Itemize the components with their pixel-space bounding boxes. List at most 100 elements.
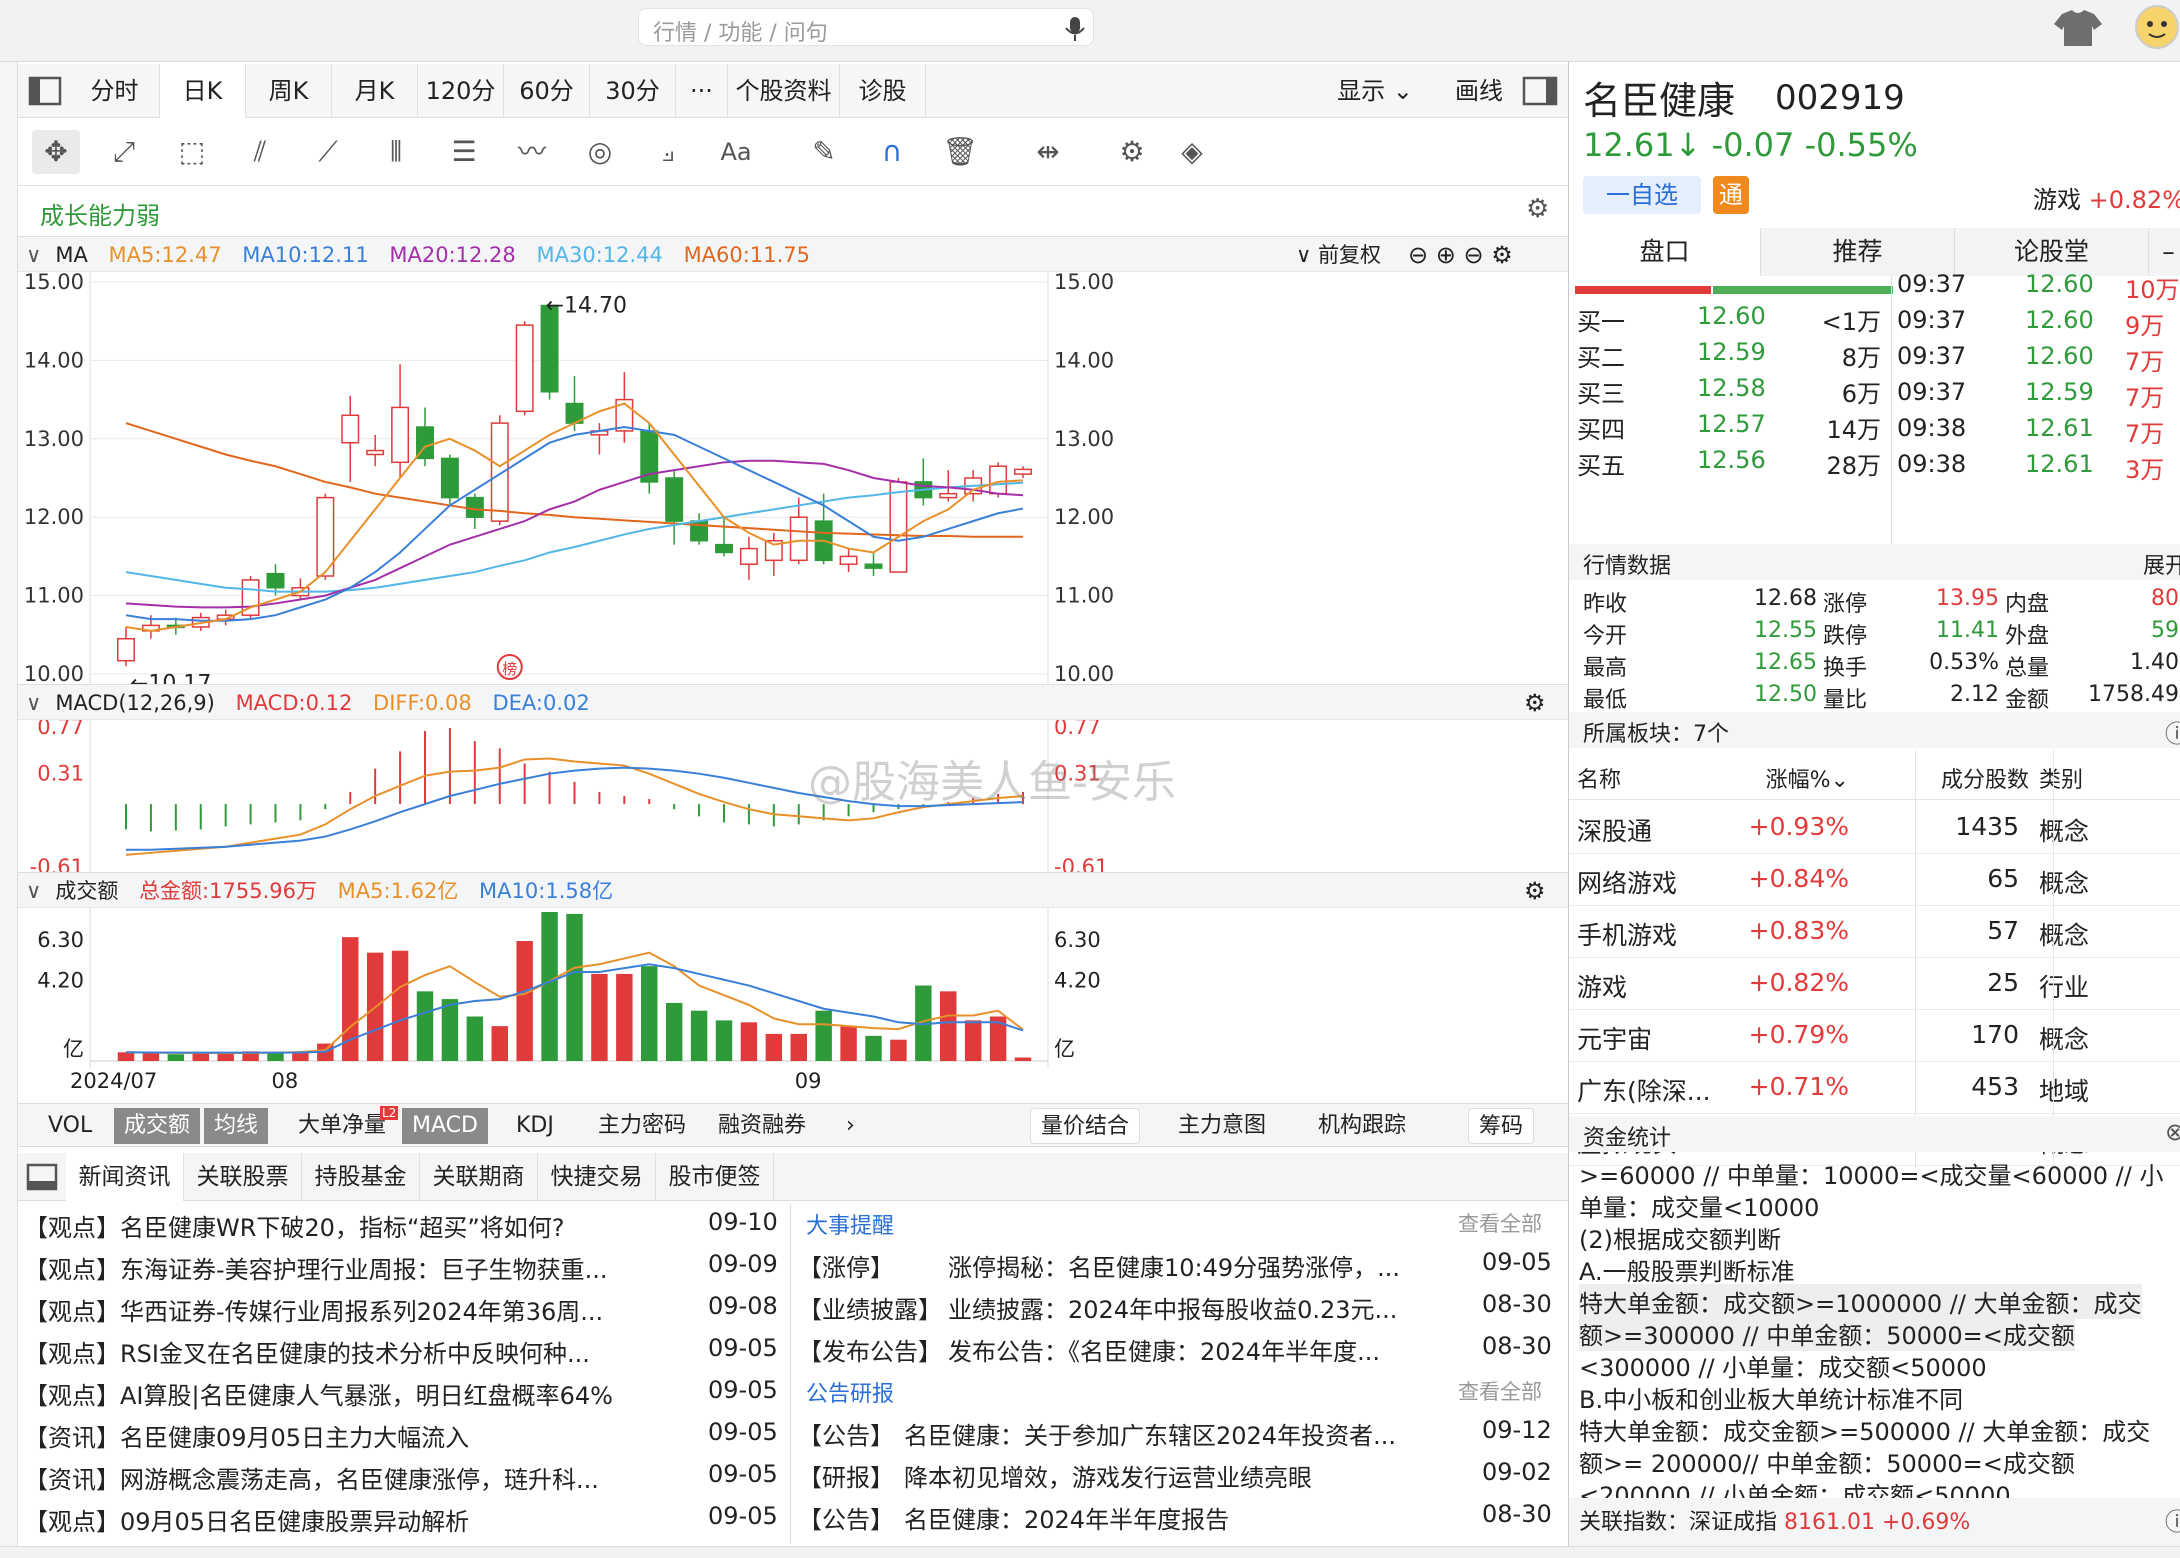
tab-period-3[interactable]: 月K xyxy=(332,64,418,118)
sector-row[interactable]: 元宇宙 +0.79% 170 概念 xyxy=(1569,1010,2180,1062)
sector-col-header[interactable]: 成分股数 xyxy=(1889,762,2029,794)
notice-item[interactable]: 【公告】 名臣健康：关于参加广东辖区2024年投资者... xyxy=(798,1416,1478,1451)
eraser-icon[interactable]: ✎ xyxy=(800,130,848,174)
gear-icon[interactable]: ⚙ xyxy=(1524,685,1546,721)
wave-tool-icon[interactable]: 〰 xyxy=(508,130,556,174)
tab-futures[interactable]: 关联期商 xyxy=(420,1153,538,1201)
tab-kdj[interactable]: KDJ xyxy=(506,1108,564,1144)
sector-row[interactable]: 手机游戏 +0.83% 57 概念 xyxy=(1569,906,2180,958)
news-item[interactable]: 【观点】AI算股|名臣健康人气暴涨，明日红盘概率64% xyxy=(24,1376,714,1411)
info-icon[interactable]: ⓘ xyxy=(2165,1502,2180,1537)
sector-row[interactable]: 深股通 +0.93% 1435 概念 xyxy=(1569,802,2180,854)
add-watchlist-button[interactable]: 一自选 xyxy=(1583,176,1701,214)
notices-more-link[interactable]: 查看全部 xyxy=(1458,1376,1542,1406)
tab-period-6[interactable]: 30分 xyxy=(590,64,676,118)
fibonacci-icon[interactable]: ☰ xyxy=(440,130,488,174)
news-item[interactable]: 【观点】东海证券-美容护理行业周报：巨子生物获重... xyxy=(24,1250,714,1285)
sector-col-header[interactable]: 名称 xyxy=(1577,762,1777,794)
news-item[interactable]: 【观点】RSI金叉在名臣健康的技术分析中反映何种... xyxy=(24,1334,714,1369)
sector-row[interactable]: 网络游戏 +0.84% 65 概念 xyxy=(1569,854,2180,906)
close-icon[interactable]: ⊗ xyxy=(2165,1118,2180,1146)
microphone-icon[interactable] xyxy=(1063,15,1087,43)
tab-forum[interactable]: 论股堂 xyxy=(1955,228,2149,276)
tab-period-8[interactable]: 个股资料 xyxy=(728,64,840,118)
line-segment-icon[interactable]: ⤢ xyxy=(100,130,148,174)
crosshair-move-icon[interactable]: ✥ xyxy=(32,130,80,174)
avatar[interactable] xyxy=(2134,4,2180,50)
sector-row[interactable]: 游戏 +0.82% 25 行业 xyxy=(1569,958,2180,1010)
settings-gear-icon[interactable]: ⚙ xyxy=(1108,130,1156,174)
tab-orderbook[interactable]: 盘口 xyxy=(1569,228,1761,276)
volume-chart[interactable]: 6.30 6.30 4.20 4.20 亿 亿 2024/07 08 09 xyxy=(18,908,1568,1103)
tab-main-code[interactable]: 主力密码 xyxy=(588,1108,696,1144)
news-item[interactable]: 【资讯】网游概念震荡走高，名臣健康涨停，琏升科... xyxy=(24,1460,714,1495)
tab-quick-trade[interactable]: 快捷交易 xyxy=(538,1153,656,1201)
sidebar-toggle-icon[interactable] xyxy=(28,76,62,106)
events-more-link[interactable]: 查看全部 xyxy=(1458,1208,1542,1238)
zoom-controls[interactable]: ⊖ ⊕ ⊖ ⚙ xyxy=(1408,237,1513,273)
gear-icon[interactable]: ⚙ xyxy=(1524,873,1546,909)
more-tab[interactable]: – xyxy=(2149,228,2180,276)
tab-period-5[interactable]: 60分 xyxy=(504,64,590,118)
news-item[interactable]: 【观点】华西证券-传媒行业周报系列2024年第36周... xyxy=(24,1292,714,1327)
display-dropdown[interactable]: 显示 ⌄ xyxy=(1316,64,1434,118)
event-item[interactable]: 【发布公告】 发布公告：《名臣健康：2024年半年度... xyxy=(798,1332,1478,1367)
tab-notes[interactable]: 股市便签 xyxy=(656,1153,774,1201)
tong-badge[interactable]: 通 xyxy=(1713,176,1749,214)
chevron-right-icon[interactable]: › xyxy=(836,1108,865,1144)
macd-chart[interactable]: 0.77 0.770.31 0.31-0.61 -0.61 xyxy=(18,720,1568,872)
tab-chips[interactable]: 筹码 xyxy=(1468,1108,1535,1144)
tab-macd[interactable]: MACD xyxy=(402,1108,488,1144)
gann-tool-icon[interactable]: ⟓ xyxy=(644,130,692,174)
rectangle-tool-icon[interactable]: ⬚ xyxy=(168,130,216,174)
news-item[interactable]: 【观点】09月05日名臣健康股票异动解析 xyxy=(24,1502,714,1537)
search-input[interactable]: 行情 / 功能 / 问句 xyxy=(653,15,828,47)
tab-vol[interactable]: VOL xyxy=(38,1108,102,1144)
tab-main-intent[interactable]: 主力意图 xyxy=(1168,1108,1276,1144)
tab-institution[interactable]: 机构跟踪 xyxy=(1308,1108,1416,1144)
draw-line-button[interactable]: 画线 xyxy=(1434,64,1524,118)
tab-news[interactable]: 新闻资讯 xyxy=(66,1153,184,1201)
tab-period-1[interactable]: 日K xyxy=(160,64,246,118)
search-box[interactable]: 行情 / 功能 / 问句 xyxy=(638,8,1094,46)
notice-item[interactable]: 【研报】 降本初见增效，游戏发行运营业绩亮眼 xyxy=(798,1458,1478,1493)
collapse-panel-icon[interactable] xyxy=(26,1163,58,1191)
gear-icon[interactable]: ⚙ xyxy=(1526,194,1549,224)
tab-related-stocks[interactable]: 关联股票 xyxy=(184,1153,302,1201)
tab-recommend[interactable]: 推荐 xyxy=(1761,228,1955,276)
compress-icon[interactable]: ⇹ xyxy=(1024,130,1072,174)
text-tool-icon[interactable]: Aa xyxy=(712,130,760,174)
fan-lines-icon[interactable]: ⫽ xyxy=(236,130,284,174)
tab-amount[interactable]: 成交额 xyxy=(114,1108,201,1144)
tab-funds[interactable]: 持股基金 xyxy=(302,1153,420,1201)
channel-tool-icon[interactable]: ⟋ xyxy=(304,130,352,174)
vertical-lines-icon[interactable]: ⦀ xyxy=(372,130,420,174)
growth-tag[interactable]: 成长能力弱 xyxy=(40,196,160,231)
news-item[interactable]: 【观点】名臣健康WR下破20，指标“超买”将如何? xyxy=(24,1208,714,1243)
sector-label[interactable]: 游戏 +0.82% xyxy=(2033,180,2180,215)
candlestick-chart[interactable]: 15.00 15.00 14.00 14.00 13.00 13.00 12.00 12.00… xyxy=(18,272,1568,684)
tab-period-9[interactable]: 诊股 xyxy=(840,64,926,118)
sector-col-header[interactable]: 类别 xyxy=(2039,762,2119,794)
notice-item[interactable]: 【公告】 名臣健康：2024年半年度报告 xyxy=(798,1500,1478,1535)
tab-period-7[interactable]: ··· xyxy=(676,64,728,118)
tab-period-2[interactable]: 周K xyxy=(246,64,332,118)
sector-col-header[interactable]: 涨幅%⌄ xyxy=(1749,762,1849,794)
skin-shirt-icon[interactable] xyxy=(2052,8,2104,48)
tab-period-4[interactable]: 120分 xyxy=(418,64,504,118)
adjust-dropdown[interactable]: ∨ 前复权 xyxy=(1296,237,1395,273)
info-icon[interactable]: ⓘ xyxy=(2165,714,2180,749)
panel-toggle-icon[interactable] xyxy=(1522,76,1558,106)
tab-price-volume[interactable]: 量价结合 xyxy=(1030,1108,1141,1144)
trash-icon[interactable]: 🗑 xyxy=(936,130,984,174)
layers-icon[interactable]: ◈ xyxy=(1168,130,1216,174)
expand-button[interactable]: 展开 xyxy=(2143,548,2180,580)
tab-ma[interactable]: 均线 xyxy=(204,1108,269,1144)
event-item[interactable]: 【业绩披露】 业绩披露：2024年中报每股收益0.23元... xyxy=(798,1290,1478,1325)
news-item[interactable]: 【资讯】名臣健康09月05日主力大幅流入 xyxy=(24,1418,714,1453)
cycle-tool-icon[interactable]: ◎ xyxy=(576,130,624,174)
event-item[interactable]: 【涨停】 涨停揭秘：名臣健康10:49分强势涨停，... xyxy=(798,1248,1478,1283)
magnet-icon[interactable]: ∩ xyxy=(868,130,916,174)
tab-margin[interactable]: 融资融券 xyxy=(708,1108,816,1144)
tab-period-0[interactable]: 分时 xyxy=(70,64,160,118)
